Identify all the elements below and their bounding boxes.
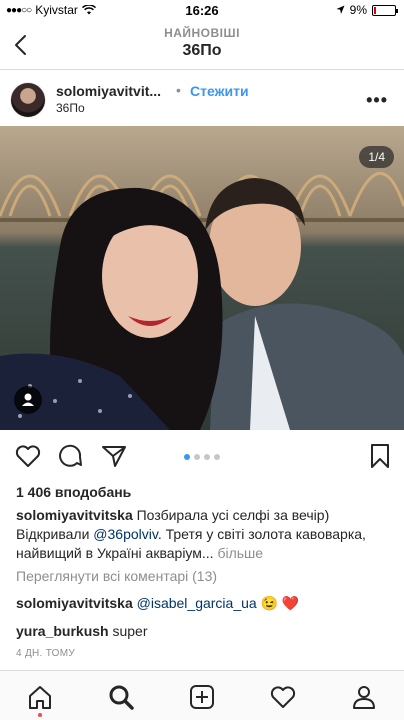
location-arrow-icon bbox=[336, 5, 345, 14]
caption-author[interactable]: solomiyavitvitska bbox=[16, 507, 133, 523]
caption-more-link[interactable]: більше bbox=[214, 545, 263, 561]
comment-row: yura_burkush super bbox=[16, 623, 148, 639]
save-button[interactable] bbox=[366, 442, 394, 470]
status-right: 9% bbox=[336, 3, 398, 17]
likes-count[interactable]: 1 406 вподобань bbox=[16, 484, 131, 500]
photo-image bbox=[0, 126, 404, 430]
view-all-comments-link[interactable]: Переглянути всі коментарі (13) bbox=[16, 568, 217, 584]
carousel-indicator bbox=[0, 454, 404, 460]
post-photo[interactable]: 1/4 bbox=[0, 126, 404, 430]
search-icon bbox=[109, 685, 134, 710]
tab-add-post[interactable] bbox=[188, 683, 216, 711]
avatar[interactable] bbox=[10, 82, 46, 118]
nav-header: НАЙНОВІШІ 36По bbox=[0, 20, 404, 70]
carousel-dot bbox=[184, 454, 190, 460]
status-bar: ●●●○○ Kyivstar 16:26 9% bbox=[0, 0, 404, 20]
feed-type-label: НАЙНОВІШІ bbox=[164, 26, 240, 40]
post-username[interactable]: solomiyavitvit... bbox=[56, 83, 161, 99]
post-timestamp: 4 ДН. ТОМУ bbox=[16, 648, 76, 659]
tagged-people-button[interactable] bbox=[14, 386, 42, 414]
notification-dot bbox=[38, 713, 42, 717]
comment-author[interactable]: solomiyavitvitska bbox=[16, 595, 133, 611]
separator-dot: • bbox=[176, 82, 181, 98]
comment-text: super bbox=[108, 623, 148, 639]
battery-icon bbox=[372, 4, 398, 16]
post-location[interactable]: 36По bbox=[56, 101, 85, 115]
follow-button[interactable]: Стежити bbox=[190, 83, 249, 99]
comment-text: 😉 ❤️ bbox=[256, 595, 300, 611]
photo-counter: 1/4 bbox=[359, 146, 394, 168]
carousel-dot bbox=[204, 454, 210, 460]
carousel-dot bbox=[194, 454, 200, 460]
bottom-tab-bar bbox=[0, 670, 404, 720]
tab-activity[interactable] bbox=[269, 683, 297, 711]
battery-percent: 9% bbox=[349, 3, 367, 17]
more-options-button[interactable]: ••• bbox=[366, 90, 388, 111]
person-tag-icon bbox=[22, 393, 34, 406]
tab-profile[interactable] bbox=[350, 683, 378, 711]
battery-level bbox=[374, 6, 376, 14]
comment-author[interactable]: yura_burkush bbox=[16, 623, 109, 639]
comment-row: solomiyavitvitska @isabel_garcia_ua 😉 ❤️ bbox=[16, 595, 299, 612]
tab-home[interactable] bbox=[26, 683, 54, 711]
profile-icon bbox=[353, 686, 375, 709]
comment-mention[interactable]: @isabel_garcia_ua bbox=[137, 595, 257, 611]
post-actions bbox=[0, 430, 404, 480]
page-title: 36По bbox=[182, 42, 222, 59]
bookmark-icon bbox=[371, 444, 389, 468]
home-icon bbox=[29, 686, 51, 709]
add-post-icon bbox=[190, 685, 214, 709]
carousel-dot bbox=[214, 454, 220, 460]
post-caption: solomiyavitvitska Позбирала усі селфі за… bbox=[16, 506, 396, 563]
tab-search[interactable] bbox=[107, 683, 135, 711]
activity-heart-icon bbox=[270, 686, 296, 708]
post-header: solomiyavitvit... • Стежити 36По ••• bbox=[0, 72, 404, 126]
caption-mention[interactable]: @36polviv bbox=[93, 526, 158, 542]
